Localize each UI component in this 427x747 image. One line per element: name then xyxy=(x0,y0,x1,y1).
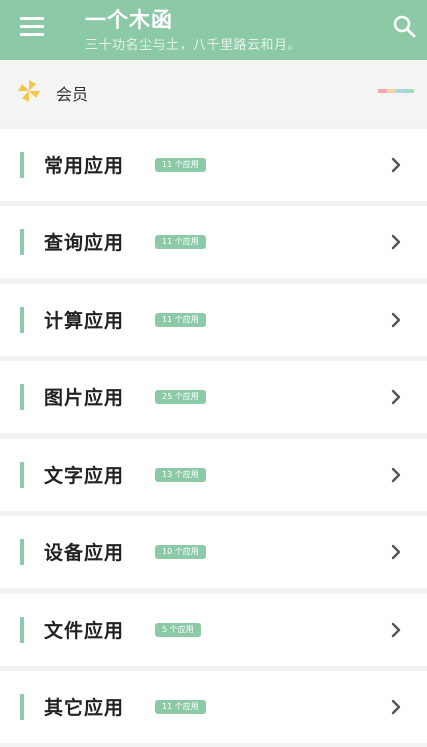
member-label: 会员 xyxy=(56,85,89,104)
chevron-right-icon xyxy=(391,544,401,560)
chevron-right-icon xyxy=(391,389,401,405)
menu-line xyxy=(20,33,44,36)
category-title: 图片应用 xyxy=(44,387,125,409)
accent-bar xyxy=(20,384,24,410)
accent-bar xyxy=(20,229,24,255)
category-item-calculate[interactable]: 计算应用 11 个应用 xyxy=(0,284,427,356)
rainbow-segment xyxy=(396,89,405,93)
app-title: 一个木函 xyxy=(85,8,173,32)
app-count-badge: 11 个应用 xyxy=(155,235,206,249)
app-count-badge: 13 个应用 xyxy=(155,468,206,482)
category-item-file[interactable]: 文件应用 5 个应用 xyxy=(0,594,427,666)
accent-bar xyxy=(20,152,24,178)
hamburger-menu-icon[interactable] xyxy=(20,17,44,37)
app-count-badge: 11 个应用 xyxy=(155,313,206,327)
rainbow-segment xyxy=(405,89,414,93)
chevron-right-icon xyxy=(391,699,401,715)
accent-bar xyxy=(20,617,24,643)
member-bar[interactable]: 会员 xyxy=(0,60,427,122)
app-count-badge: 5 个应用 xyxy=(155,623,201,637)
search-icon[interactable] xyxy=(392,14,416,38)
rainbow-segment xyxy=(378,89,387,93)
category-item-device[interactable]: 设备应用 10 个应用 xyxy=(0,516,427,588)
chevron-right-icon xyxy=(391,312,401,328)
category-item-query[interactable]: 查询应用 11 个应用 xyxy=(0,206,427,278)
category-title: 查询应用 xyxy=(44,232,125,254)
app-header: 一个木函 三十功名尘与土，八千里路云和月。 xyxy=(0,0,427,60)
menu-line xyxy=(20,17,44,20)
app-count-badge: 11 个应用 xyxy=(155,158,206,172)
app-count-badge: 10 个应用 xyxy=(155,545,206,559)
menu-line xyxy=(20,25,44,28)
category-title: 文件应用 xyxy=(44,620,125,642)
category-item-common[interactable]: 常用应用 11 个应用 xyxy=(0,129,427,201)
accent-bar xyxy=(20,462,24,488)
category-title: 计算应用 xyxy=(44,310,125,332)
category-title: 其它应用 xyxy=(44,697,125,719)
category-title: 常用应用 xyxy=(44,155,125,177)
accent-bar xyxy=(20,694,24,720)
category-title: 设备应用 xyxy=(44,542,125,564)
accent-bar xyxy=(20,307,24,333)
chevron-right-icon xyxy=(391,157,401,173)
rainbow-indicator xyxy=(378,89,414,93)
chevron-right-icon xyxy=(391,467,401,483)
category-item-text[interactable]: 文字应用 13 个应用 xyxy=(0,439,427,511)
pinwheel-icon xyxy=(18,80,40,102)
app-count-badge: 11 个应用 xyxy=(155,700,206,714)
rainbow-segment xyxy=(387,89,396,93)
app-count-badge: 25 个应用 xyxy=(155,390,206,404)
category-item-image[interactable]: 图片应用 25 个应用 xyxy=(0,361,427,433)
chevron-right-icon xyxy=(391,234,401,250)
app-subtitle: 三十功名尘与土，八千里路云和月。 xyxy=(85,38,302,53)
chevron-right-icon xyxy=(391,622,401,638)
category-item-other[interactable]: 其它应用 11 个应用 xyxy=(0,671,427,743)
accent-bar xyxy=(20,539,24,565)
category-title: 文字应用 xyxy=(44,465,125,487)
